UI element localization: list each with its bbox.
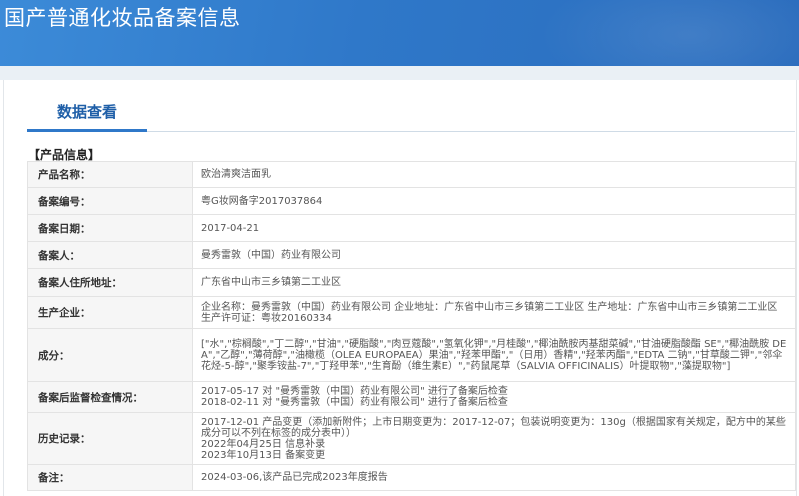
label-filing-number: 备案编号： <box>27 187 193 215</box>
tab-data-view[interactable]: 数据查看 <box>27 80 147 132</box>
value-line: 2024-03-06,该产品已完成2023年度报告 <box>201 472 388 483</box>
value-line: 广东省中山市三乡镇第二工业区 <box>201 277 341 288</box>
label-filing-date: 备案日期： <box>27 214 193 242</box>
label-product-name: 产品名称： <box>27 161 193 188</box>
row-filing-date: 备案日期： 2017-04-21 <box>27 214 796 242</box>
value-line: 2018-02-11 对 "曼秀雷敦（中国）药业有限公司" 进行了备案后检查 <box>201 397 508 408</box>
page-banner: 国产普通化妆品备案信息 <box>0 0 799 66</box>
value-line: 2017-12-01 产品变更（添加新附件；上市日期变更为：2017-12-07… <box>201 416 786 439</box>
label-ingredients: 成分： <box>27 328 193 382</box>
row-history: 历史记录： 2017-12-01 产品变更（添加新附件；上市日期变更为：2017… <box>27 412 796 465</box>
row-ingredients: 成分： ["水","棕榈酸","丁二醇","甘油","硬脂酸","肉豆蔻酸","… <box>27 328 796 382</box>
value-ingredients: ["水","棕榈酸","丁二醇","甘油","硬脂酸","肉豆蔻酸","氢氧化钾… <box>192 328 796 382</box>
value-line: 粤G妆网备字2017037864 <box>201 195 323 207</box>
value-filing-number: 粤G妆网备字2017037864 <box>192 187 796 215</box>
value-line: 企业名称：曼秀雷敦（中国）药业有限公司 企业地址：广东省中山市三乡镇第二工业区 … <box>201 301 778 324</box>
row-registrant: 备案人： 曼秀雷敦（中国）药业有限公司 <box>27 241 796 269</box>
label-manufacturer: 生产企业： <box>27 296 193 329</box>
page-title: 国产普通化妆品备案信息 <box>4 6 241 30</box>
row-filing-number: 备案编号： 粤G妆网备字2017037864 <box>27 187 796 215</box>
value-line: 欧治清爽洁面乳 <box>201 169 271 180</box>
value-registrant: 曼秀雷敦（中国）药业有限公司 <box>192 241 796 269</box>
value-line: 曼秀雷敦（中国）药业有限公司 <box>201 249 341 261</box>
value-line: 2017-04-21 <box>201 222 260 234</box>
value-line: 2023年10月13日 备案变更 <box>201 449 326 461</box>
value-manufacturer: 企业名称：曼秀雷敦（中国）药业有限公司 企业地址：广东省中山市三乡镇第二工业区 … <box>192 296 796 329</box>
row-remarks: 备注： 2024-03-06,该产品已完成2023年度报告 <box>27 464 796 491</box>
banner-decoration <box>539 0 799 66</box>
tab-bar: 数据查看 <box>27 80 795 132</box>
value-line: ["水","棕榈酸","丁二醇","甘油","硬脂酸","肉豆蔻酸","氢氧化钾… <box>201 338 787 372</box>
label-post-filing-inspection: 备案后监督检查情况： <box>27 381 193 413</box>
label-remarks: 备注： <box>27 464 193 491</box>
value-post-filing-inspection: 2017-05-17 对 "曼秀雷敦（中国）药业有限公司" 进行了备案后检查 2… <box>192 381 796 413</box>
label-registrant: 备案人： <box>27 241 193 269</box>
label-history: 历史记录： <box>27 412 193 465</box>
row-post-filing-inspection: 备案后监督检查情况： 2017-05-17 对 "曼秀雷敦（中国）药业有限公司"… <box>27 381 796 413</box>
value-history: 2017-12-01 产品变更（添加新附件；上市日期变更为：2017-12-07… <box>192 412 796 465</box>
row-registrant-address: 备案人住所地址： 广东省中山市三乡镇第二工业区 <box>27 268 796 297</box>
label-registrant-address: 备案人住所地址： <box>27 268 193 297</box>
product-info-table: 产品名称： 欧治清爽洁面乳 备案编号： 粤G妆网备字2017037864 备案日… <box>27 161 796 491</box>
value-line: 2017-05-17 对 "曼秀雷敦（中国）药业有限公司" 进行了备案后检查 <box>201 386 508 397</box>
value-filing-date: 2017-04-21 <box>192 214 796 242</box>
value-registrant-address: 广东省中山市三乡镇第二工业区 <box>192 268 796 297</box>
row-product-name: 产品名称： 欧治清爽洁面乳 <box>27 161 796 188</box>
content-panel: 数据查看 【产品信息】 产品名称： 欧治清爽洁面乳 备案编号： 粤G妆网备字20… <box>3 80 797 496</box>
row-manufacturer: 生产企业： 企业名称：曼秀雷敦（中国）药业有限公司 企业地址：广东省中山市三乡镇… <box>27 296 796 329</box>
banner-divider <box>0 66 799 80</box>
value-line: 2022年04月25日 信息补录 <box>201 438 326 450</box>
value-remarks: 2024-03-06,该产品已完成2023年度报告 <box>192 464 796 491</box>
value-product-name: 欧治清爽洁面乳 <box>192 161 796 188</box>
